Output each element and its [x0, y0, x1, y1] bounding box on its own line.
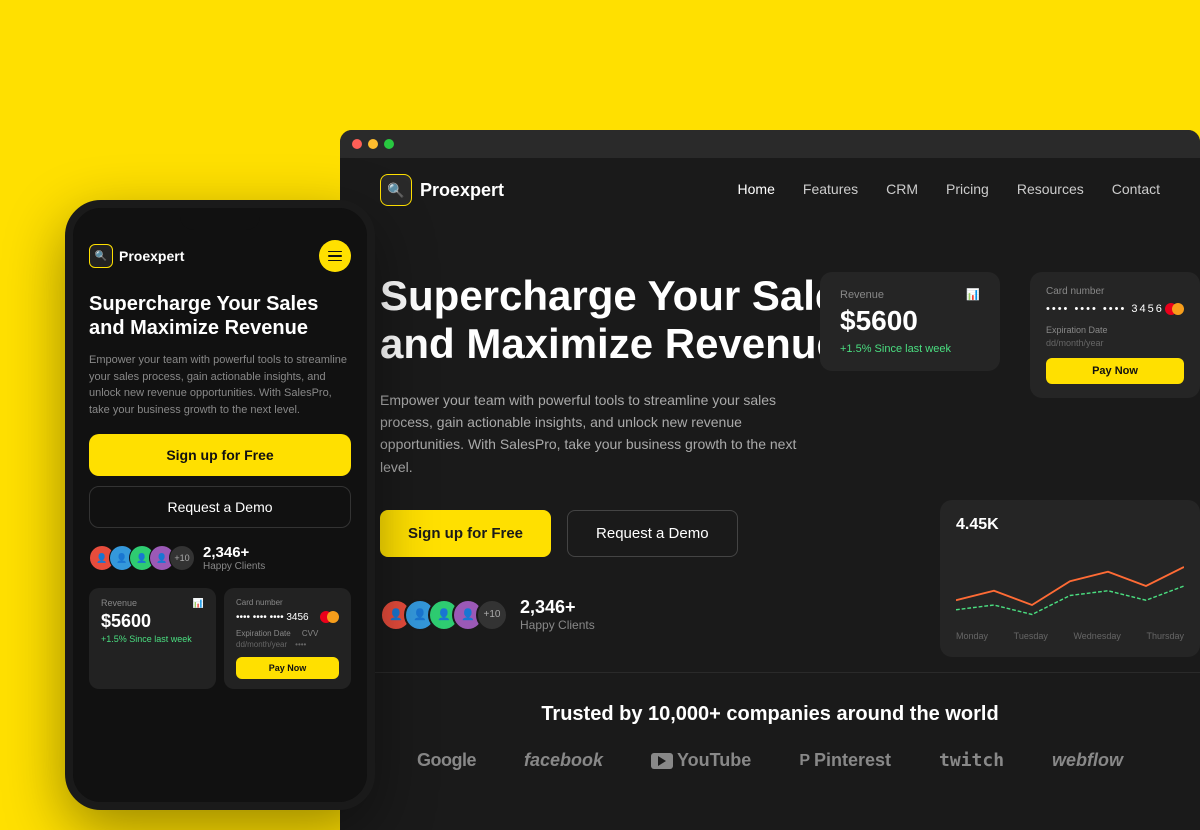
menu-line: [328, 260, 342, 262]
phone-menu-button[interactable]: [319, 240, 351, 272]
revenue-card: Revenue 📊 $5600 +1.5% Since last week: [820, 272, 1000, 371]
brand-logos: Google facebook YouTube P Pinterest twit…: [380, 750, 1160, 771]
youtube-logo: YouTube: [651, 750, 751, 771]
menu-line: [328, 251, 342, 253]
clients-label: Happy Clients: [520, 618, 595, 632]
phone-signup-button[interactable]: Sign up for Free: [89, 434, 351, 476]
twitch-logo: twitch: [939, 750, 1004, 771]
phone-avatar-stack: 👤 👤 👤 👤 +10: [89, 545, 195, 571]
webflow-logo: webflow: [1052, 750, 1123, 771]
browser-window: 🔍 Proexpert Home Features CRM Pricing Re…: [340, 130, 1200, 830]
phone-payment-card: Card number •••• •••• •••• 3456 Expirati…: [224, 588, 351, 689]
nav-item-pricing[interactable]: Pricing: [946, 181, 989, 199]
card-number: •••• •••• •••• 3456: [236, 611, 339, 623]
phone-logo: 🔍 Proexpert: [89, 244, 184, 268]
nav-item-features[interactable]: Features: [803, 181, 858, 199]
clients-count: 2,346+: [520, 597, 595, 618]
mastercard-icon: [1165, 303, 1184, 315]
browser-titlebar: [340, 130, 1200, 158]
line-chart: [956, 546, 1184, 626]
revenue-growth: +1.5% Since last week: [840, 343, 980, 355]
logo-area: 🔍 Proexpert: [380, 174, 504, 206]
expiry-label: Expiration Date CVV: [236, 629, 339, 638]
phone-revenue-growth: +1.5% Since last week: [101, 634, 204, 644]
payment-card-number: •••• •••• •••• 3456: [1046, 303, 1184, 315]
phone-nav: 🔍 Proexpert: [89, 240, 351, 272]
google-logo: Google: [417, 750, 476, 771]
maximize-dot: [384, 139, 394, 149]
minimize-dot: [368, 139, 378, 149]
nav-item-home[interactable]: Home: [738, 181, 775, 199]
phone-pay-button[interactable]: Pay Now: [236, 657, 339, 679]
nav-item-crm[interactable]: CRM: [886, 181, 918, 199]
trusted-section: Trusted by 10,000+ companies around the …: [340, 672, 1200, 801]
payment-card: Card number •••• •••• •••• 3456 Expirati…: [1030, 272, 1200, 398]
phone-hero-subtitle: Empower your team with powerful tools to…: [89, 352, 351, 418]
desktop-nav: 🔍 Proexpert Home Features CRM Pricing Re…: [340, 158, 1200, 222]
chart-card: 4.45K Monday Tuesday Wednesday Thursday: [940, 500, 1200, 657]
desktop-logo-text: Proexpert: [420, 180, 504, 201]
facebook-logo: facebook: [524, 750, 603, 771]
avatar-stack: 👤 👤 👤 👤 +10: [380, 599, 508, 631]
payment-expiry-label: Expiration Date: [1046, 325, 1184, 335]
nav-links: Home Features CRM Pricing Resources Cont…: [738, 181, 1160, 199]
hero-buttons: Sign up for Free Request a Demo: [380, 510, 900, 557]
demo-button[interactable]: Request a Demo: [567, 510, 738, 557]
avatar-overflow: +10: [169, 545, 195, 571]
phone-notch: [180, 208, 260, 230]
phone-screen: 🔍 Proexpert Supercharge Your Sales and M…: [73, 208, 367, 802]
phone-hero-title: Supercharge Your Sales and Maximize Reve…: [89, 292, 351, 340]
phone-logo-text: Proexpert: [119, 248, 184, 264]
mobile-mockup: 🔍 Proexpert Supercharge Your Sales and M…: [65, 200, 375, 810]
mastercard-icon: [320, 611, 339, 623]
signup-button[interactable]: Sign up for Free: [380, 510, 551, 557]
pay-button[interactable]: Pay Now: [1046, 358, 1184, 384]
chart-value: 4.45K: [956, 516, 1184, 534]
phone-logo-icon: 🔍: [89, 244, 113, 268]
revenue-card-label: Revenue 📊: [840, 288, 980, 301]
phone-clients-row: 👤 👤 👤 👤 +10 2,346+ Happy Clients: [89, 544, 351, 572]
phone-revenue-amount: $5600: [101, 611, 204, 632]
nav-item-resources[interactable]: Resources: [1017, 181, 1084, 199]
hero-subtitle: Empower your team with powerful tools to…: [380, 389, 800, 479]
desktop-logo-icon: 🔍: [380, 174, 412, 206]
pinterest-logo: P Pinterest: [799, 750, 891, 771]
nav-item-contact[interactable]: Contact: [1112, 181, 1160, 199]
youtube-icon: [651, 753, 673, 769]
phone-revenue-card: Revenue 📊 $5600 +1.5% Since last week: [89, 588, 216, 689]
card-label: Card number: [236, 598, 339, 607]
close-dot: [352, 139, 362, 149]
trusted-title: Trusted by 10,000+ companies around the …: [380, 703, 1160, 726]
play-triangle: [658, 756, 666, 766]
phone-revenue-label: Revenue 📊: [101, 598, 204, 609]
chart-days: Monday Tuesday Wednesday Thursday: [956, 631, 1184, 641]
menu-line: [328, 255, 342, 257]
clients-row: 👤 👤 👤 👤 +10 2,346+ Happy Clients: [380, 597, 900, 632]
payment-card-label: Card number: [1046, 286, 1184, 297]
revenue-amount: $5600: [840, 305, 980, 337]
expiry-row: dd/month/year ••••: [236, 640, 339, 649]
payment-expiry-val: dd/month/year: [1046, 338, 1184, 348]
phone-demo-button[interactable]: Request a Demo: [89, 486, 351, 528]
phone-clients-count: 2,346+: [203, 544, 265, 561]
phone-bottom-cards: Revenue 📊 $5600 +1.5% Since last week Ca…: [89, 588, 351, 689]
avatar-overflow: +10: [476, 599, 508, 631]
phone-clients-label: Happy Clients: [203, 561, 265, 572]
